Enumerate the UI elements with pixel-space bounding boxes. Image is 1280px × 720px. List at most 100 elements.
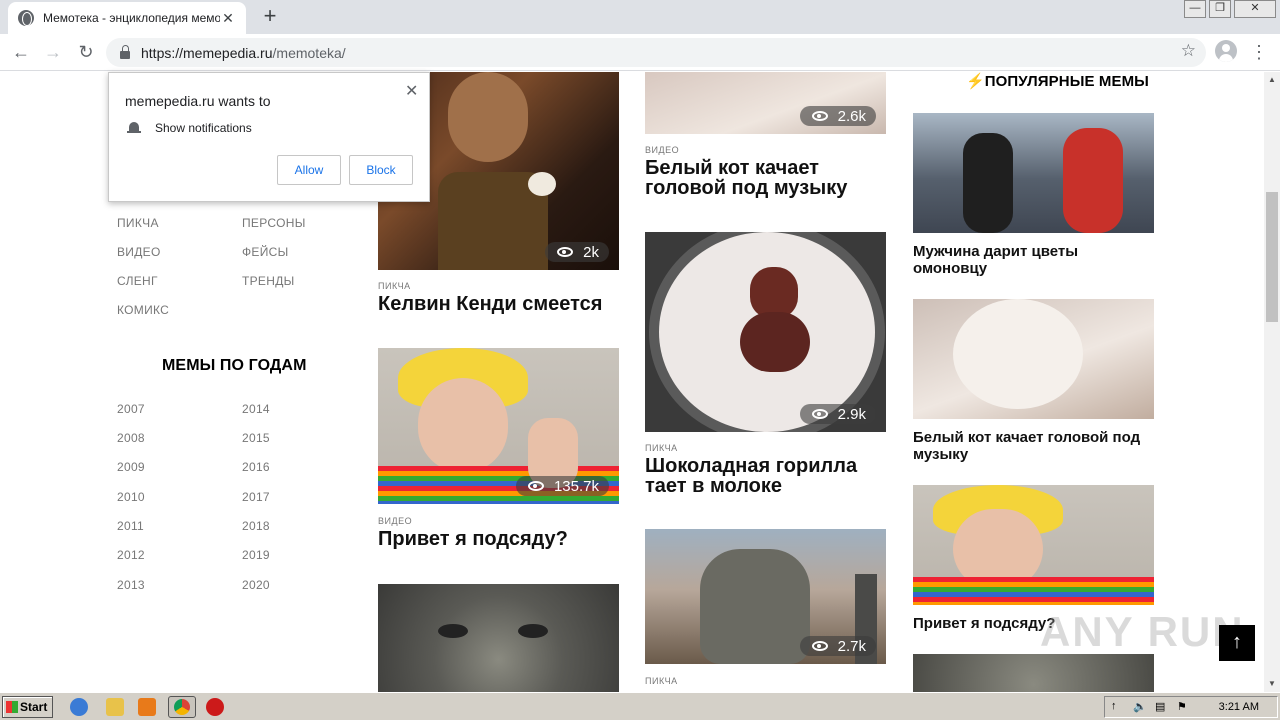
year-link[interactable]: 2018 [242,519,270,533]
category-link[interactable]: ВИДЕО [117,245,161,259]
watermark: ANY RUN [1040,608,1245,655]
card-category[interactable]: ПИКЧА [645,443,678,453]
eye-icon [811,409,828,419]
eye-shape [518,624,548,638]
reload-icon[interactable]: ↻ [74,40,98,64]
card-title[interactable]: Привет я подсяду? [378,529,619,549]
minimize-button[interactable]: — [1184,0,1206,18]
card-category[interactable]: ВИДЕО [645,145,679,155]
year-link[interactable]: 2015 [242,431,270,445]
page-scrollbar[interactable]: ▲ ▼ [1264,72,1280,692]
popular-title: ⚡ПОПУЛЯРНЫЕ МЕМЫ [966,72,1149,90]
year-link[interactable]: 2013 [117,578,145,592]
card-image-cat[interactable] [378,584,619,692]
card-title[interactable]: Шоколадная горилла тает в молоке [645,456,886,496]
windows-taskbar: Start ↑ 🔈 ▤ ⚑ 3:21 AM [0,692,1280,720]
block-button[interactable]: Block [349,155,413,185]
bookmark-star-icon[interactable]: ☆ [1181,41,1196,61]
allow-button[interactable]: Allow [277,155,341,185]
category-link[interactable]: КОМИКС [117,303,169,317]
popup-close-icon[interactable]: ✕ [405,81,418,101]
popular-image-omon[interactable] [913,113,1154,233]
category-link[interactable]: ПЕРСОНЫ [242,216,306,230]
year-link[interactable]: 2012 [117,548,145,562]
forward-arrow-icon[interactable]: → [41,40,65,64]
popup-title: memepedia.ru wants to [125,93,271,109]
views-count: 2.6k [837,107,866,125]
card-category[interactable]: ПИКЧА [645,676,678,686]
chrome-taskbar-button[interactable] [168,696,196,718]
card-image-gorilla[interactable]: 2.9k [645,232,886,432]
new-tab-button[interactable]: + [258,4,282,28]
year-link[interactable]: 2009 [117,460,145,474]
popup-text: Show notifications [155,121,252,135]
globe-icon [18,10,34,26]
volume-icon[interactable]: 🔈 [1133,700,1147,713]
scroll-up-icon[interactable]: ▲ [1264,72,1280,88]
views-badge: 135.7k [515,476,609,496]
eye-icon [557,247,574,257]
clock[interactable]: 3:21 AM [1219,701,1259,713]
media-player-icon[interactable] [138,698,156,716]
year-link[interactable]: 2011 [117,519,144,533]
profile-avatar-icon[interactable] [1215,40,1237,62]
network-icon[interactable]: ▤ [1155,700,1165,713]
tray-expand-icon[interactable]: ↑ [1111,700,1117,712]
card-title[interactable]: Белый кот качает головой под музыку [645,158,886,198]
card-category[interactable]: ВИДЕО [378,516,412,526]
folder-icon[interactable] [106,698,124,716]
address-bar[interactable]: https://memepedia.ru/memoteka/ ☆ [106,38,1206,67]
card-category[interactable]: ПИКЧА [378,281,411,291]
views-count: 2k [583,243,599,261]
striped-shirt-shape [913,577,1154,605]
menu-dots-icon[interactable]: ⋮ [1250,40,1268,64]
eye-icon [527,481,544,491]
maximize-button[interactable]: ❐ [1209,0,1231,18]
browser-toolbar: ← → ↻ https://memepedia.ru/memoteka/ ☆ ⋮ [0,34,1280,71]
scroll-to-top-button[interactable]: ↑ [1219,625,1255,661]
category-link[interactable]: ФЕЙСЫ [242,245,289,259]
url-host: https://memepedia.ru [141,44,273,61]
year-link[interactable]: 2008 [117,431,145,445]
url-text: https://memepedia.ru/memoteka/ [141,45,346,61]
browser-tab[interactable]: Мемотека - энциклопедия мемов ✕ [8,2,246,34]
back-arrow-icon[interactable]: ← [9,40,33,64]
category-link[interactable]: ПИКЧА [117,216,159,230]
flag-icon[interactable]: ⚑ [1177,700,1187,713]
system-tray: ↑ 🔈 ▤ ⚑ 3:21 AM [1104,696,1278,718]
views-badge: 2.7k [799,636,876,656]
year-link[interactable]: 2007 [117,402,145,416]
opera-icon[interactable] [206,698,224,716]
tab-close-icon[interactable]: ✕ [220,10,236,27]
eye-icon [811,111,828,121]
views-badge: 2.9k [799,404,876,424]
flower-shape [528,172,556,196]
year-link[interactable]: 2020 [242,578,270,592]
popular-image-white-cat[interactable] [913,299,1154,419]
ie-icon[interactable] [70,698,88,716]
card-image-white-cat[interactable]: 2.6k [645,72,886,134]
gorilla-body-shape [740,312,810,372]
year-link[interactable]: 2017 [242,490,270,504]
window-close-button[interactable]: ✕ [1234,0,1276,18]
popular-image-privet[interactable] [913,485,1154,605]
card-image-privet[interactable]: 135.7k [378,348,619,504]
year-link[interactable]: 2016 [242,460,270,474]
year-link[interactable]: 2019 [242,548,270,562]
card-image-craig[interactable]: 2.7k [645,529,886,664]
views-badge: 2.6k [799,106,876,126]
popular-item-title[interactable]: Мужчина дарит цветы омоновцу [913,243,1154,277]
scroll-thumb[interactable] [1266,192,1278,322]
category-link[interactable]: СЛЕНГ [117,274,158,288]
popular-item-title[interactable]: Белый кот качает головой под музыку [913,429,1154,463]
year-link[interactable]: 2014 [242,402,270,416]
card-title[interactable]: Келвин Кенди смеется [378,294,619,314]
face-shape [418,378,508,473]
notification-permission-popup: memepedia.ru wants to ✕ Show notificatio… [108,72,430,202]
start-button[interactable]: Start [2,696,53,718]
views-count: 2.9k [837,405,866,423]
scroll-down-icon[interactable]: ▼ [1264,676,1280,692]
popular-image-cat[interactable] [913,654,1154,692]
year-link[interactable]: 2010 [117,490,145,504]
category-link[interactable]: ТРЕНДЫ [242,274,295,288]
